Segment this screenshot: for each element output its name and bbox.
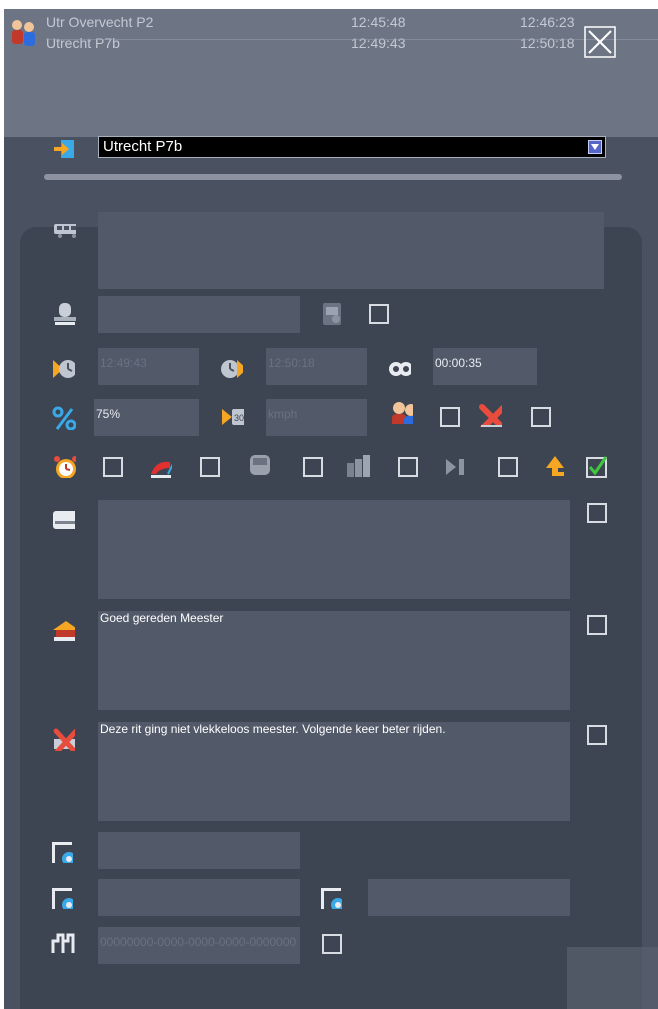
unit-checkbox[interactable] [369,304,389,324]
train-icon [54,224,76,238]
status-done-checkbox[interactable] [586,455,608,479]
depart-clock-icon [53,360,75,378]
arrive-clock-icon [221,360,243,378]
unit-icon [323,303,341,325]
fault-checkbox[interactable] [587,725,607,745]
praise-checkbox[interactable] [587,615,607,635]
divider [46,39,658,40]
general-remarks-field[interactable] [98,500,570,599]
trip-start-time: 12:45:48 [351,14,406,30]
train-front-icon [250,455,270,475]
settings-icon [52,842,73,863]
praise-remarks-field[interactable]: Goed gereden Meester [98,611,570,710]
departure-time-field[interactable]: 12:49:43 [98,348,199,385]
svg-text:30: 30 [234,413,244,423]
location-selected: Utrecht P7b [103,138,183,155]
trip-evaluation-window: Utr Overvecht P2 12:45:48 12:46:23 Utrec… [4,9,658,1009]
trip-end-time: 12:46:23 [520,14,575,30]
setting-field-3[interactable] [368,879,570,916]
arrival-time-field[interactable]: 12:50:18 [266,348,367,385]
skip-checkbox[interactable] [498,457,518,477]
remarks-icon [53,511,75,529]
fault-remarks-field[interactable]: Deze rit ging niet vlekkeloos meester. V… [98,722,570,821]
train-info-field[interactable] [98,212,604,289]
people-icon [12,20,35,46]
driver-field[interactable] [98,296,300,333]
brake-checkbox[interactable] [200,457,220,477]
general-remarks-checkbox[interactable] [587,503,607,523]
cancel-x-icon [479,404,502,427]
signal-code-field[interactable]: 00000000-0000-0000-0000-0000000 [98,927,300,964]
brake-icon [151,461,172,478]
settings-icon [321,888,342,909]
trip-name: Utr Overvecht P2 [46,14,154,30]
chevron-down-icon[interactable] [588,140,602,154]
cancel-checkbox[interactable] [531,407,551,427]
settings-icon [52,888,73,909]
duration-field[interactable]: 00:00:35 [433,348,537,385]
trip-start-time: 12:49:43 [351,35,406,51]
signal-checkbox[interactable] [322,934,342,954]
close-icon[interactable] [584,26,616,58]
skip-icon [446,459,464,475]
passengers-checkbox[interactable] [440,407,460,427]
footer-panel [567,947,658,1009]
trip-name: Utrecht P7b [46,35,120,51]
train-front-checkbox[interactable] [303,457,323,477]
alarm-icon [54,456,76,478]
speed-field[interactable]: kmph [266,399,367,436]
return-arrow-icon [546,456,564,476]
percent-icon [52,406,76,430]
fault-icon [53,728,75,751]
praise-icon [53,621,75,641]
driver-icon [54,303,76,325]
alarm-checkbox[interactable] [103,457,123,477]
location-icon [54,140,74,158]
duration-icon [389,362,411,376]
cars-checkbox[interactable] [398,457,418,477]
speed-icon: 30 [222,409,244,425]
trip-list-header: Utr Overvecht P2 12:45:48 12:46:23 Utrec… [4,9,658,137]
setting-field-1[interactable] [98,832,300,869]
cars-icon [347,455,370,477]
setting-field-2[interactable] [98,879,300,916]
percentage-field[interactable]: 75% [94,399,199,436]
fault-text: Deze rit ging niet vlekkeloos meester. V… [100,722,446,736]
trip-end-time: 12:50:18 [520,35,575,51]
divider [44,174,622,180]
praise-text: Goed gereden Meester [100,611,224,625]
passengers-icon [392,402,413,424]
signal-icon [51,933,75,953]
location-dropdown[interactable]: Utrecht P7b [98,136,606,158]
